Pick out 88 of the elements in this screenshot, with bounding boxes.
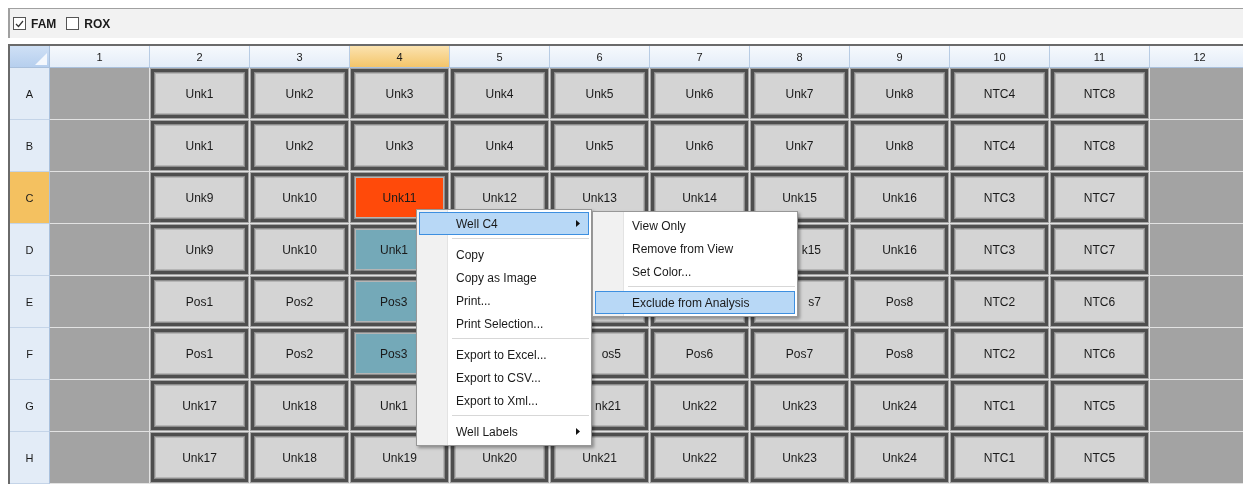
submenu-arrow-icon	[576, 428, 580, 435]
row-header[interactable]: G	[10, 380, 50, 432]
plate-well[interactable]: Pos1	[151, 329, 248, 378]
plate-well[interactable]: Unk4	[451, 69, 548, 118]
row-header[interactable]: B	[10, 120, 50, 172]
column-header[interactable]: 1	[50, 46, 150, 68]
plate-well[interactable]: Unk9	[151, 173, 248, 222]
column-header[interactable]: 11	[1050, 46, 1150, 68]
column-header[interactable]: 12	[1150, 46, 1243, 68]
plate-well[interactable]: Unk2	[251, 69, 348, 118]
plate-well[interactable]: Unk23	[751, 381, 848, 430]
row-header[interactable]: E	[10, 276, 50, 328]
plate-well[interactable]: NTC8	[1051, 121, 1148, 170]
plate-well[interactable]: NTC4	[951, 69, 1048, 118]
plate-well[interactable]: Unk16	[851, 173, 948, 222]
plate-well[interactable]: NTC6	[1051, 277, 1148, 326]
plate-well[interactable]: Unk3	[351, 69, 448, 118]
plate-well[interactable]: Pos2	[251, 277, 348, 326]
menu-item[interactable]: Well C4	[419, 212, 589, 235]
plate-well[interactable]: Unk17	[151, 433, 248, 482]
column-header[interactable]: 6	[550, 46, 650, 68]
plate-well[interactable]: Unk22	[651, 381, 748, 430]
column-header[interactable]: 5	[450, 46, 550, 68]
plate-well[interactable]: NTC5	[1051, 433, 1148, 482]
plate-well[interactable]: Unk10	[251, 225, 348, 274]
plate-well[interactable]: Unk8	[851, 69, 948, 118]
column-header[interactable]: 3	[250, 46, 350, 68]
checkbox[interactable]	[13, 17, 26, 30]
plate-well[interactable]: Unk8	[851, 121, 948, 170]
plate-well[interactable]: Unk18	[251, 381, 348, 430]
plate-well[interactable]: NTC5	[1051, 381, 1148, 430]
plate-well[interactable]: NTC3	[951, 173, 1048, 222]
plate-well[interactable]: Unk2	[251, 121, 348, 170]
checkbox-label: FAM	[31, 16, 57, 31]
plate-well[interactable]: Unk10	[251, 173, 348, 222]
plate-well[interactable]: Unk1	[151, 69, 248, 118]
column-header[interactable]: 7	[650, 46, 750, 68]
plate-well[interactable]: Pos6	[651, 329, 748, 378]
plate-well[interactable]: NTC2	[951, 277, 1048, 326]
checkbox[interactable]	[66, 17, 80, 30]
column-header[interactable]: 10	[950, 46, 1050, 68]
plate-well[interactable]: Unk22	[651, 433, 748, 482]
plate-well[interactable]: Pos7	[751, 329, 848, 378]
plate-well[interactable]: NTC6	[1051, 329, 1148, 378]
plate-well[interactable]: NTC2	[951, 329, 1048, 378]
column-header[interactable]: 9	[850, 46, 950, 68]
plate-well[interactable]: Unk6	[651, 69, 748, 118]
plate-well[interactable]: Unk7	[751, 69, 848, 118]
plate-well[interactable]: Unk16	[851, 225, 948, 274]
triangle-icon	[35, 53, 47, 65]
plate-well[interactable]: Unk23	[751, 433, 848, 482]
plate-well[interactable]: Unk24	[851, 381, 948, 430]
row-header[interactable]: C	[10, 172, 50, 224]
plate-well[interactable]: Unk18	[251, 433, 348, 482]
checkbox-label: ROX	[84, 16, 111, 31]
row-header[interactable]: A	[10, 68, 50, 120]
row-header[interactable]: D	[10, 224, 50, 276]
plate-well[interactable]: Unk19	[351, 433, 448, 482]
plate-well[interactable]: Unk17	[151, 381, 248, 430]
plate-well[interactable]: Unk6	[651, 121, 748, 170]
plate-well[interactable]: Unk3	[351, 121, 448, 170]
plate-well[interactable]: Unk7	[751, 121, 848, 170]
plate-well[interactable]: NTC7	[1051, 225, 1148, 274]
plate-well[interactable]: Unk24	[851, 433, 948, 482]
column-header[interactable]: 2	[150, 46, 250, 68]
plate-well[interactable]: NTC4	[951, 121, 1048, 170]
plate-well[interactable]: NTC8	[1051, 69, 1148, 118]
submenu-arrow-icon	[576, 220, 580, 227]
plate-well[interactable]: Unk1	[151, 121, 248, 170]
plate-well[interactable]: NTC1	[951, 433, 1048, 482]
plate-well[interactable]: Pos1	[151, 277, 248, 326]
checkmark-icon	[15, 19, 24, 28]
plate-well[interactable]: Unk9	[151, 225, 248, 274]
plate-well[interactable]: NTC7	[1051, 173, 1148, 222]
plate-well[interactable]: NTC1	[951, 381, 1048, 430]
plate-well[interactable]: Unk5	[551, 121, 648, 170]
plate-well[interactable]: Unk4	[451, 121, 548, 170]
plate-well[interactable]: Pos8	[851, 329, 948, 378]
plate-well[interactable]: Pos8	[851, 277, 948, 326]
column-header[interactable]: 8	[750, 46, 850, 68]
menu-item[interactable]: Exclude from Analysis	[595, 291, 795, 314]
plate-well[interactable]: Pos2	[251, 329, 348, 378]
plate-well[interactable]: Unk5	[551, 69, 648, 118]
plate-well[interactable]: Unk11	[351, 173, 448, 222]
plate-well[interactable]: NTC3	[951, 225, 1048, 274]
column-header[interactable]: 4	[350, 46, 450, 68]
row-header[interactable]: H	[10, 432, 50, 484]
row-header[interactable]: F	[10, 328, 50, 380]
